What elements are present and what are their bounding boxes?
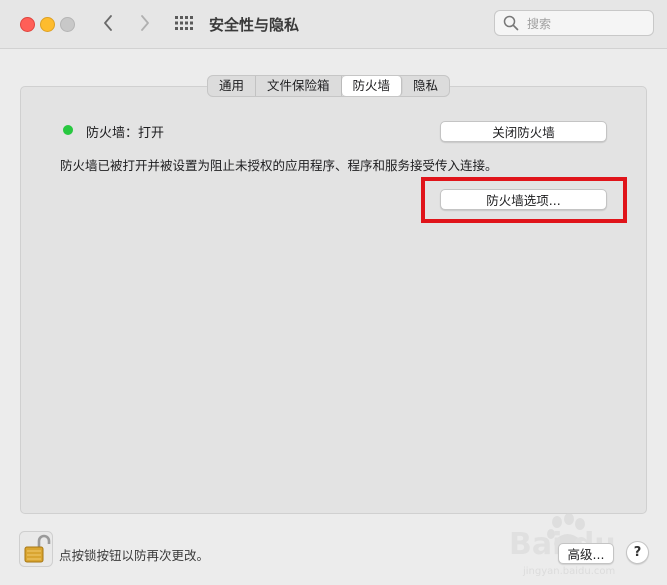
lock-icon[interactable] bbox=[19, 531, 53, 567]
forward-button[interactable] bbox=[134, 9, 156, 37]
firewall-panel bbox=[20, 86, 647, 514]
status-indicator bbox=[63, 125, 73, 135]
advanced-button[interactable]: 高级... bbox=[558, 543, 614, 564]
close-button[interactable] bbox=[20, 17, 35, 32]
tab-firewall[interactable]: 防火墙 bbox=[341, 76, 403, 96]
chevron-right-icon bbox=[141, 15, 149, 31]
watermark-subtext: jingyan.baidu.com bbox=[522, 566, 615, 577]
title-bar: 安全性与隐私 bbox=[0, 0, 667, 49]
firewall-options-button[interactable]: 防火墙选项... bbox=[440, 189, 607, 210]
search-icon bbox=[503, 15, 519, 31]
lock-hint-text: 点按锁按钮以防再次更改。 bbox=[59, 548, 210, 563]
tab-bar: 通用 文件保险箱 防火墙 隐私 bbox=[207, 75, 451, 97]
chevron-left-icon bbox=[104, 15, 112, 31]
help-button[interactable]: ? bbox=[626, 541, 649, 564]
firewall-status-label: 防火墙：打开 bbox=[86, 126, 165, 141]
back-button[interactable] bbox=[97, 9, 119, 37]
minimize-button[interactable] bbox=[40, 17, 55, 32]
search-input[interactable] bbox=[525, 14, 649, 34]
turn-off-firewall-button[interactable]: 关闭防火墙 bbox=[440, 121, 607, 142]
firewall-description: 防火墙已被打开并被设置为阻止未授权的应用程序、程序和服务接受传入连接。 bbox=[60, 158, 498, 173]
window-title: 安全性与隐私 bbox=[209, 16, 300, 34]
tab-general[interactable]: 通用 bbox=[208, 76, 257, 96]
zoom-button[interactable] bbox=[60, 17, 75, 32]
tab-privacy[interactable]: 隐私 bbox=[402, 76, 449, 96]
grid-icon[interactable] bbox=[175, 16, 193, 30]
search-field[interactable] bbox=[494, 10, 654, 36]
tab-filevault[interactable]: 文件保险箱 bbox=[256, 76, 342, 96]
